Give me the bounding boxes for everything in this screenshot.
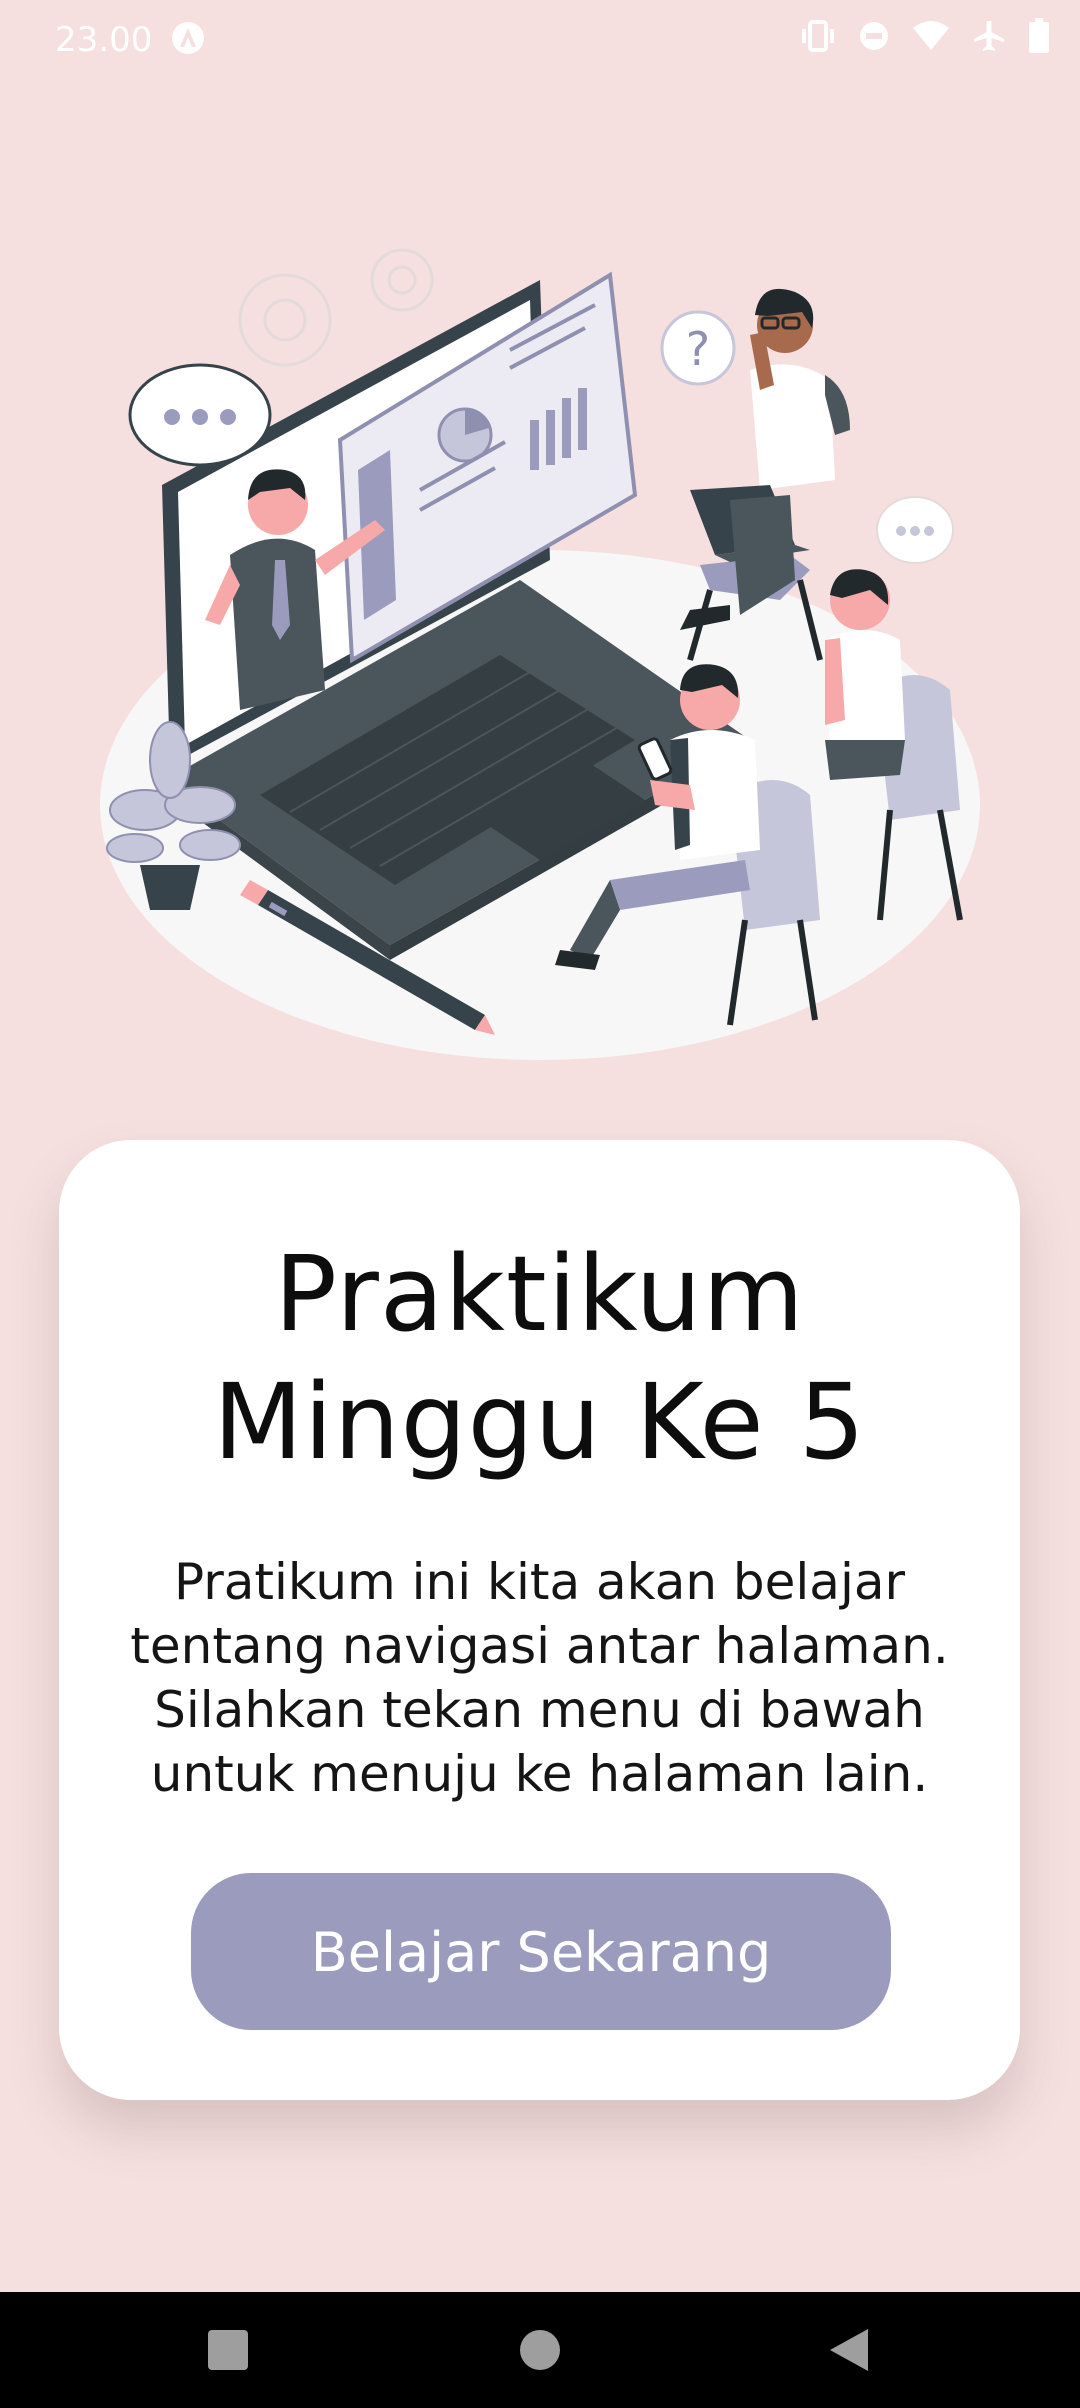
- do-not-disturb-icon: [860, 22, 888, 50]
- status-time: 23.00: [55, 20, 153, 60]
- belajar-sekarang-button[interactable]: Belajar Sekarang: [191, 1873, 891, 2030]
- speech-bubble-icon: [876, 496, 954, 564]
- page-title: Praktikum Minggu Ke 5: [213, 1233, 866, 1483]
- vibrate-icon: [802, 20, 834, 52]
- question-bubble-icon: ?: [660, 310, 736, 386]
- battery-icon: [1029, 18, 1049, 53]
- page-description: Pratikum ini kita akan belajar tentang n…: [130, 1553, 949, 1803]
- wifi-icon: [913, 21, 949, 50]
- recents-square-icon: [208, 2330, 248, 2370]
- speech-bubble-icon: [128, 363, 272, 467]
- home-circle-icon: [520, 2330, 560, 2370]
- back-triangle-icon: [830, 2329, 868, 2371]
- home-button[interactable]: [470, 2292, 610, 2408]
- recents-button[interactable]: [158, 2292, 298, 2408]
- airplane-mode-icon: [974, 21, 1004, 51]
- svg-text:?: ?: [686, 322, 710, 376]
- gears-decoration-icon: [238, 248, 434, 367]
- intro-card: Praktikum Minggu Ke 5 Pratikum ini kita …: [59, 1140, 1020, 2100]
- status-bar: 23.00: [0, 0, 1080, 80]
- app-notification-icon: [172, 22, 204, 54]
- system-navigation-bar: [0, 2292, 1080, 2408]
- online-learning-illustration: ?: [100, 248, 980, 1060]
- back-button[interactable]: [778, 2292, 918, 2408]
